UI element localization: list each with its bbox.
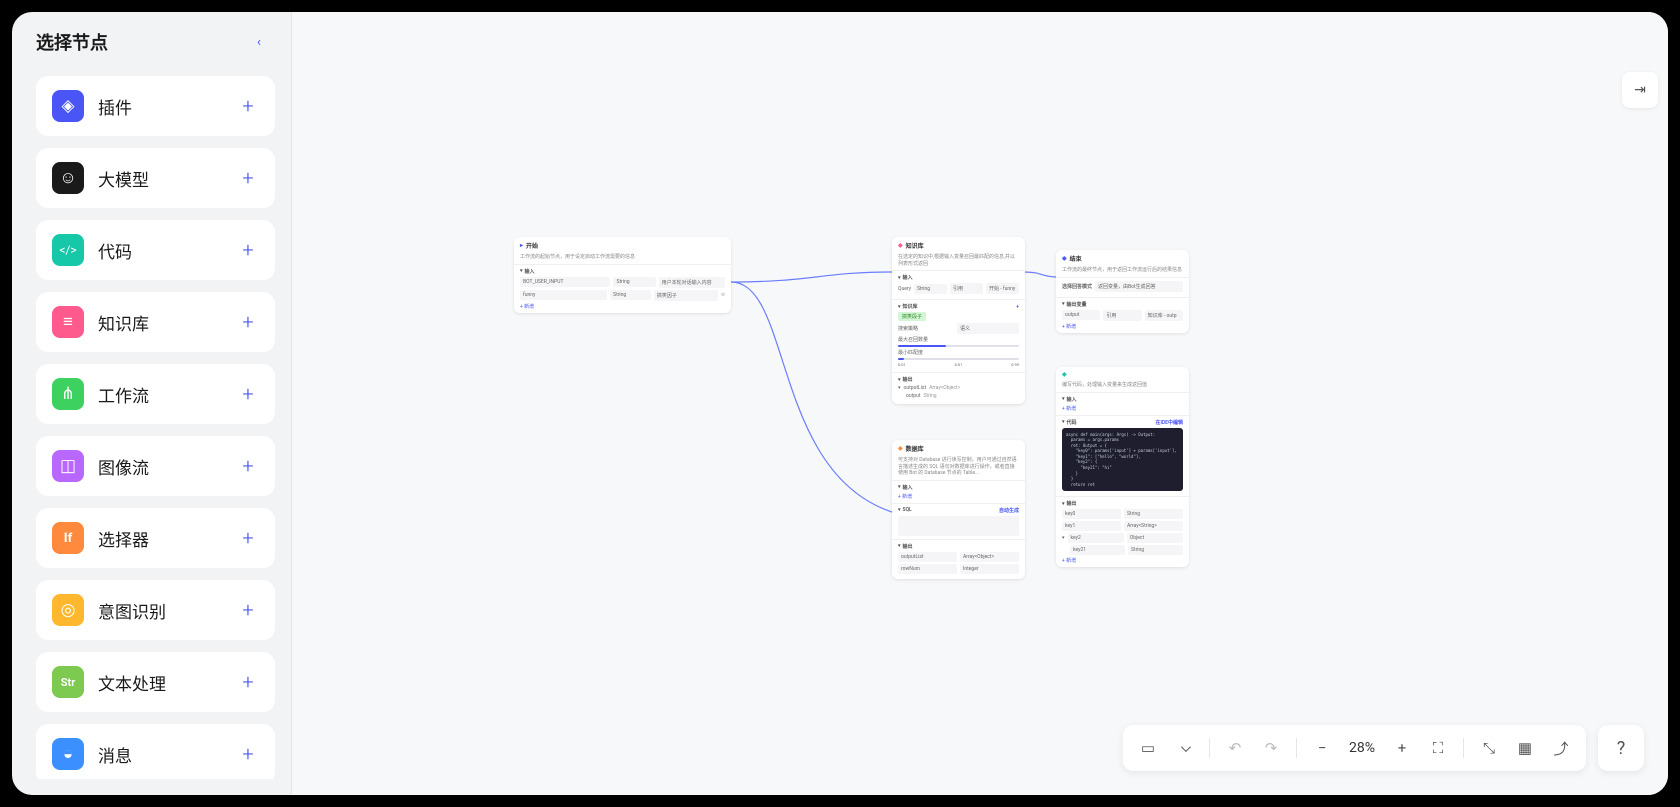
undo-button[interactable]: ↶ [1220,733,1250,763]
view-mode-dropdown[interactable] [1169,733,1199,763]
node-label: 工作流 [98,382,223,407]
node-item-selector[interactable]: If 选择器 + [36,508,275,568]
canvas-node-start[interactable]: ▸开始 工作流的起始节点，用于设定启动工作流需要的信息 ▾ 输入 BOT_USE… [514,237,731,313]
zoom-out-button[interactable]: − [1307,733,1337,763]
selector-icon: If [52,522,84,554]
node-item-knowledge[interactable]: ≡ 知识库 + [36,292,275,352]
sidebar-title: 选择节点 [36,29,108,55]
add-node-button[interactable]: + [237,239,259,261]
kb-tag[interactable]: 搞笑段子 [898,312,926,321]
node-header: ◆结束 [1056,250,1189,267]
canvas-node-code[interactable]: ◆ 编写代码，处理输入变量来生成返回值 ▾ 输入 + 新增 ▾ 代码 在IDE中… [1056,367,1189,567]
add-input-button[interactable]: + 新增 [898,493,1019,500]
auto-arrange-button[interactable]: ⤴ [1546,733,1576,763]
node-label: 文本处理 [98,670,223,695]
add-node-button[interactable]: + [237,383,259,405]
canvas-node-database[interactable]: ◆数据库 可支持对 Database 进行读写控制，用户可通过自然语言描述生成的… [892,440,1025,579]
add-output-button[interactable]: + 新增 [1062,557,1183,564]
fit-view-button[interactable]: ⛶ [1423,733,1453,763]
intent-icon: ◎ [52,594,84,626]
canvas-node-end[interactable]: ◆结束 工作流的最终节点，用于返回工作流运行后的结果信息 选择回答模式 返回变量… [1056,250,1189,333]
add-node-button[interactable]: + [237,167,259,189]
add-node-button[interactable]: + [237,311,259,333]
auto-gen-sql-button[interactable]: 自动生成 [999,507,1019,514]
node-label: 大模型 [98,166,223,191]
zoom-in-button[interactable]: + [1387,733,1417,763]
node-label: 图像流 [98,454,223,479]
min-match-slider[interactable] [898,358,1019,360]
workflow-canvas[interactable]: ▸开始 工作流的起始节点，用于设定启动工作流需要的信息 ▾ 输入 BOT_USE… [292,12,1668,795]
node-header: ▸开始 [514,237,731,254]
node-desc: 编写代码，处理输入变量来生成返回值 [1056,382,1189,392]
code-icon: </> [52,234,84,266]
node-item-llm[interactable]: ☺ 大模型 + [36,148,275,208]
recall-count-slider[interactable] [898,345,1019,347]
node-item-code[interactable]: </> 代码 + [36,220,275,280]
node-type-list: ◈ 插件 + ☺ 大模型 + </> 代码 + ≡ 知识库 + ⋔ 工作流 [36,76,281,779]
node-sidebar: 选择节点 ‹ ◈ 插件 + ☺ 大模型 + </> 代码 + ≡ 知识库 [12,12,292,795]
add-node-button[interactable]: + [237,527,259,549]
imageflow-icon: ◫ [52,450,84,482]
node-item-text[interactable]: Str 文本处理 + [36,652,275,712]
workflow-icon: ⋔ [52,378,84,410]
node-desc: 可支持对 Database 进行读写控制，用户可通过自然语言描述生成的 SQL … [892,457,1025,480]
redo-button[interactable]: ↷ [1256,733,1286,763]
node-desc: 工作流的最终节点，用于返回工作流运行后的结果信息 [1056,267,1189,277]
toggle-panel-button[interactable]: ⇥ [1622,72,1658,108]
node-item-message[interactable]: ◒ 消息 + [36,724,275,779]
layout-button[interactable]: ▦ [1510,733,1540,763]
code-preview[interactable]: async def main(args: Args) -> Output: pa… [1062,428,1183,492]
node-header: ◆ [1056,367,1189,382]
plugin-icon: ◈ [52,90,84,122]
edit-ide-button[interactable]: 在IDE中编辑 [1155,419,1183,426]
collapse-all-button[interactable]: ⤡ [1474,733,1504,763]
node-header: ◆知识库 [892,237,1025,254]
node-item-workflow[interactable]: ⋔ 工作流 + [36,364,275,424]
add-input-button[interactable]: + 新增 [1062,405,1183,412]
knowledge-icon: ≡ [52,306,84,338]
node-label: 代码 [98,238,223,263]
collapse-sidebar-button[interactable]: ‹ [245,28,273,56]
node-label: 消息 [98,742,223,767]
canvas-toolbar: ▭ ↶ ↷ − 28% + ⛶ ⤡ ▦ ⤴ ? [1123,725,1644,771]
add-node-button[interactable]: + [237,743,259,765]
canvas-node-knowledge[interactable]: ◆知识库 在选定的知识中,根据输入变量召回最匹配的信息,并以列表形式返回 ▾ 输… [892,237,1025,404]
node-header: ◆数据库 [892,440,1025,457]
node-item-intent[interactable]: ◎ 意图识别 + [36,580,275,640]
add-node-button[interactable]: + [237,671,259,693]
help-button[interactable]: ? [1598,725,1644,771]
node-desc: 工作流的起始节点，用于设定启动工作流需要的信息 [514,254,731,264]
llm-icon: ☺ [52,162,84,194]
add-node-button[interactable]: + [237,455,259,477]
delete-row-icon[interactable]: ⊝ [721,292,725,298]
node-desc: 在选定的知识中,根据输入变量召回最匹配的信息,并以列表形式返回 [892,254,1025,270]
node-label: 意图识别 [98,598,223,623]
node-label: 知识库 [98,310,223,335]
add-input-button[interactable]: + 新增 [520,303,725,310]
node-label: 选择器 [98,526,223,551]
add-node-button[interactable]: + [237,95,259,117]
sql-textarea[interactable] [898,516,1019,536]
view-mode-button[interactable]: ▭ [1133,733,1163,763]
add-node-button[interactable]: + [237,599,259,621]
message-icon: ◒ [52,738,84,770]
node-item-plugin[interactable]: ◈ 插件 + [36,76,275,136]
text-icon: Str [52,666,84,698]
zoom-level: 28% [1343,740,1381,756]
node-item-imageflow[interactable]: ◫ 图像流 + [36,436,275,496]
node-label: 插件 [98,94,223,119]
sidebar-header: 选择节点 ‹ [36,28,281,56]
add-output-button[interactable]: + 新增 [1062,323,1183,330]
